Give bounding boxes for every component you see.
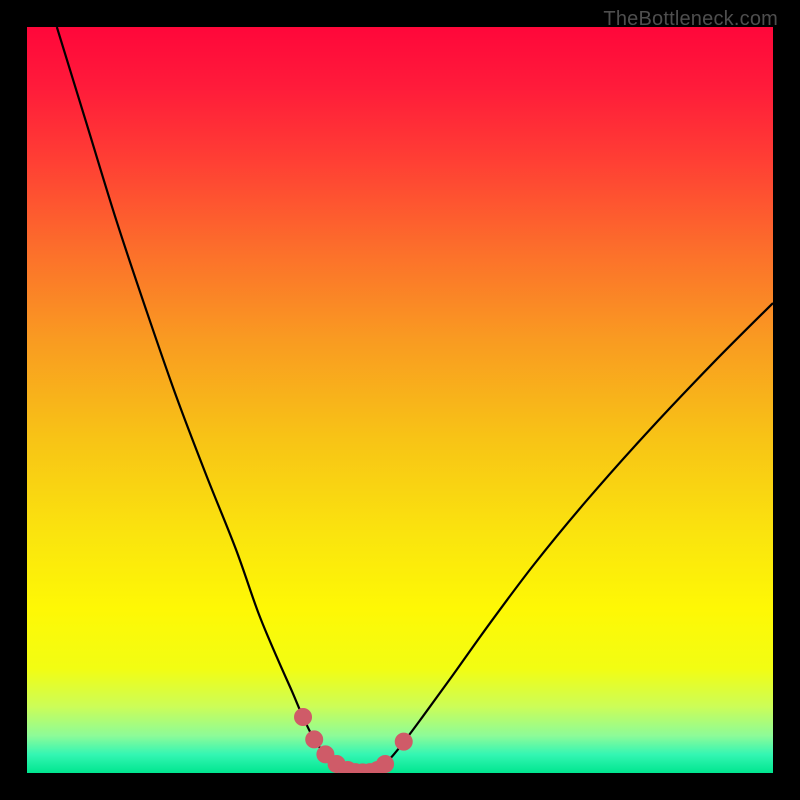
marker-point (395, 733, 412, 750)
outer-frame: TheBottleneck.com (0, 0, 800, 800)
marker-point (295, 709, 312, 726)
chart-canvas (27, 27, 773, 773)
gradient-background (27, 27, 773, 773)
marker-point (377, 756, 394, 773)
marker-point (306, 731, 323, 748)
